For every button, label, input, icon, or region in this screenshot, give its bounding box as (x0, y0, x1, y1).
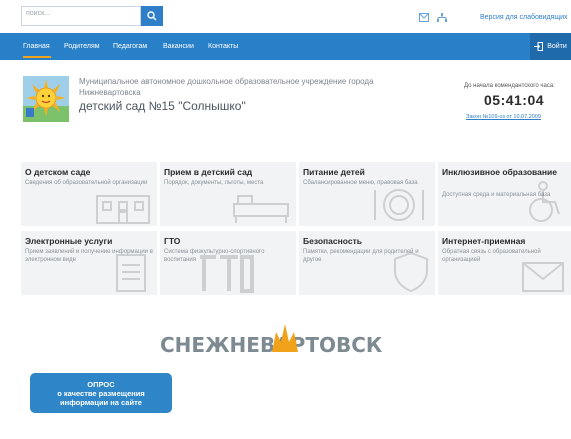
tile-desc: Порядок, документы, льготы, места (164, 180, 264, 186)
tile-title: О детском саде (25, 167, 91, 177)
tile-admission[interactable]: Прием в детский сад Порядок, документы, … (160, 162, 296, 226)
login-button[interactable]: Войти (530, 33, 571, 60)
tile-about[interactable]: О детском саде Сведения об образовательн… (21, 162, 157, 226)
shield-icon (394, 251, 428, 293)
tile-title: Безопасность (303, 236, 362, 246)
tile-inclusive[interactable]: Инклюзивное образование Доступная среда … (438, 162, 571, 226)
sitemap-icon[interactable] (437, 13, 447, 22)
mail-icon[interactable] (419, 13, 429, 22)
page-title: детский сад №15 "Солнышко" (79, 99, 246, 113)
login-label: Войти (547, 43, 567, 50)
document-icon (116, 254, 146, 292)
nav-item-contacts[interactable]: Контакты (208, 43, 238, 50)
survey-banner[interactable]: ОПРОС о качестве размещения информации н… (30, 373, 172, 413)
tile-internet-reception[interactable]: Интернет-приемная Обратная связь с образ… (438, 231, 571, 295)
tile-title: Питание детей (303, 167, 365, 177)
curfew-countdown: 05:41:04 (484, 92, 545, 108)
tile-title: Инклюзивное образование (442, 167, 557, 177)
accessible-version-link[interactable]: Версия для слабовидящих (480, 14, 568, 21)
org-name-line2: Нижневартовска (79, 88, 141, 97)
top-bar: поиск... Версия для слабовидящих (0, 0, 571, 33)
kindergarten-logo[interactable] (23, 76, 69, 122)
wheelchair-icon (529, 181, 560, 222)
city-logo-text: СНЕЖНЕВАРТОВСК (160, 333, 383, 357)
nav-active-indicator (23, 56, 51, 58)
curfew-law-link[interactable]: Закон №109-оз от 10.07.2009 (466, 114, 541, 120)
search-input[interactable]: поиск... (21, 6, 141, 26)
nav-item-parents[interactable]: Родителям (64, 43, 100, 50)
bed-icon (233, 195, 289, 223)
tile-desc: Сведения об образовательной организации (25, 180, 148, 186)
city-logo-banner[interactable]: СНЕЖНЕВАРТОВСК (160, 318, 430, 358)
main-nav: Главная Родителям Педагогам Вакансии Кон… (0, 33, 571, 60)
building-icon (96, 195, 150, 224)
gto-icon (200, 255, 254, 293)
plate-icon (374, 189, 424, 221)
survey-title: ОПРОС (87, 379, 115, 389)
tile-title: ГТО (164, 236, 181, 246)
search-icon (147, 11, 157, 21)
nav-item-teachers[interactable]: Педагогам (113, 43, 147, 50)
tile-title: Электронные услуги (25, 236, 113, 246)
nav-item-home[interactable]: Главная (23, 43, 50, 50)
search-button[interactable] (141, 6, 163, 26)
nav-item-vacancies[interactable]: Вакансии (163, 43, 194, 50)
tile-title: Интернет-приемная (442, 236, 526, 246)
login-icon (534, 42, 544, 51)
tile-e-services[interactable]: Электронные услуги Прием заявлений и пол… (21, 231, 157, 295)
tile-gto[interactable]: ГТО Система физкультурно-спортивного вос… (160, 231, 296, 295)
search-placeholder: поиск... (26, 10, 50, 17)
tile-nutrition[interactable]: Питание детей Сбалансированное меню, пра… (299, 162, 435, 226)
survey-line-2: о качестве размещения (57, 388, 145, 398)
survey-line-3: информации на сайте (60, 397, 142, 407)
tile-security[interactable]: Безопасность Памятки, рекомендации для р… (299, 231, 435, 295)
curfew-label: До начала комендантского часа: (464, 83, 555, 89)
org-name-line1: Муниципальное автономное дошкольное обра… (79, 77, 374, 86)
tile-title: Прием в детский сад (164, 167, 253, 177)
envelope-icon (522, 262, 564, 292)
